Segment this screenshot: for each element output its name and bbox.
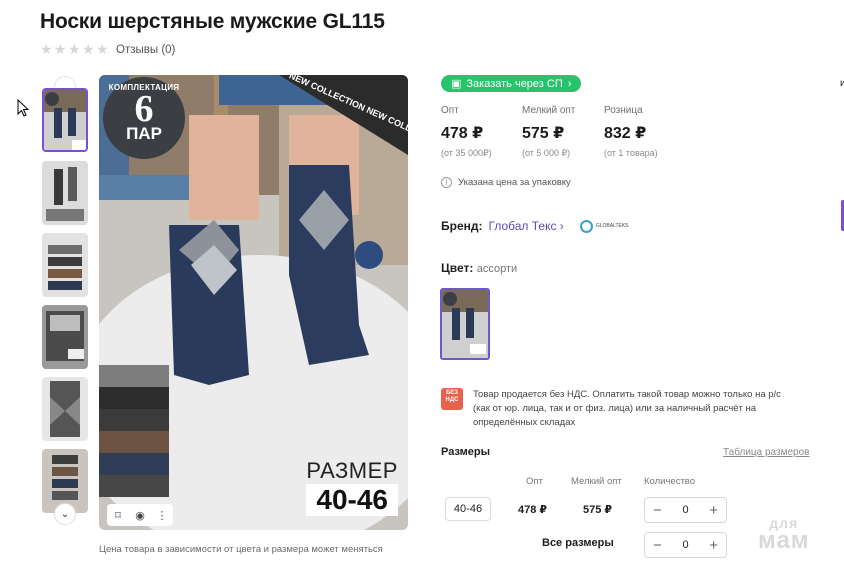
brand-row: Бренд: Глобал Текс › GLOBALTEKS [441,219,629,233]
sizes-heading: Размеры [441,446,491,458]
minus-button[interactable]: − [653,502,662,519]
thumbnail-image [42,305,88,369]
col-opt: Опт [526,476,543,487]
color-row: Цвет: ассорти [441,261,518,275]
price-wholesale: Опт 478 ₽ (от 35 000₽) [441,105,492,158]
all-sizes-label: Все размеры [542,537,614,549]
thumbnail-3[interactable] [42,233,88,297]
size-table-link[interactable]: Таблица размеров [723,447,809,458]
plus-button[interactable]: + [709,502,718,519]
reviews-link[interactable]: Отзывы (0) [116,44,175,56]
more-icon[interactable]: ⋮ [151,509,173,522]
image-toolbar: ⌑ ◉ ⋮ [107,504,173,526]
watermark-logo: для мам [758,515,810,554]
product-title: Носки шерстяные мужские GL115 [40,10,385,33]
brand-logo[interactable]: GLOBALTEKS [579,219,629,233]
edge-fragment: и [840,78,844,89]
mouse-cursor-icon [17,99,29,117]
price-retail: Розница 832 ₽ (от 1 товара) [604,105,658,158]
camera-icon[interactable]: ◉ [129,509,151,522]
color-swatch-assorted[interactable] [440,288,490,360]
star-icon: ★ [68,41,81,57]
thumbnail-image [42,377,88,441]
all-sizes-stepper: − 0 + [644,532,727,558]
size-option[interactable]: 40-46 [445,497,491,521]
thumbnail-4[interactable] [42,305,88,369]
thumbs-scroll-down-button[interactable]: ⌄ [54,503,76,525]
thumbnail-2[interactable] [42,161,88,225]
star-icon: ★ [40,41,53,57]
quantity-value[interactable]: 0 [682,504,688,516]
thumbnail-image [42,161,88,225]
star-icon: ★ [82,41,95,57]
price-small-wholesale: Мелкий опт 575 ₽ (от 5 000 ₽) [522,105,576,158]
image-size-label: РАЗМЕР 40-46 [306,458,398,516]
star-icon: ★ [96,41,109,57]
brand-link[interactable]: Глобал Текс › [489,219,564,233]
quantity-value[interactable]: 0 [682,539,688,551]
chevron-down-icon: ⌄ [60,508,70,520]
price-note: i Указана цена за упаковку [441,177,571,188]
no-vat-notice: БЕЗ НДС Товар продается без НДС. Оплатит… [441,388,793,430]
thumbnail-5[interactable] [42,377,88,441]
thumbnail-1[interactable] [42,88,88,152]
chevron-right-icon: › [567,77,572,90]
quantity-stepper: − 0 + [644,497,727,523]
swatch-image [442,290,488,358]
minus-button[interactable]: − [653,537,662,554]
bag-icon: ▣ [451,78,462,90]
plus-button[interactable]: + [709,537,718,554]
star-icon: ★ [54,41,67,57]
col-quantity: Количество [644,476,696,487]
size-opt-price: 478 ₽ [518,504,548,516]
image-caption: Цена товара в зависимости от цвета и раз… [99,544,383,555]
thumbnail-image [44,90,86,150]
info-icon: i [441,177,452,188]
product-main-image[interactable]: КОМПЛЕКТАЦИЯ 6 ПАР NEW COLLECTION NEW CO… [99,75,408,530]
order-via-sp-button[interactable]: ▣ Заказать через СП › [441,75,582,92]
col-small-opt: Мелкий опт [571,476,622,487]
bookmark-icon[interactable]: ⌑ [107,509,129,522]
thumbnail-image [42,233,88,297]
no-vat-badge: БЕЗ НДС [441,388,463,410]
pack-badge: КОМПЛЕКТАЦИЯ 6 ПАР [103,77,185,159]
globe-icon [579,219,593,233]
rating[interactable]: ★ ★ ★ ★ ★ Отзывы (0) [40,41,175,57]
size-small-opt-price: 575 ₽ [583,504,613,516]
